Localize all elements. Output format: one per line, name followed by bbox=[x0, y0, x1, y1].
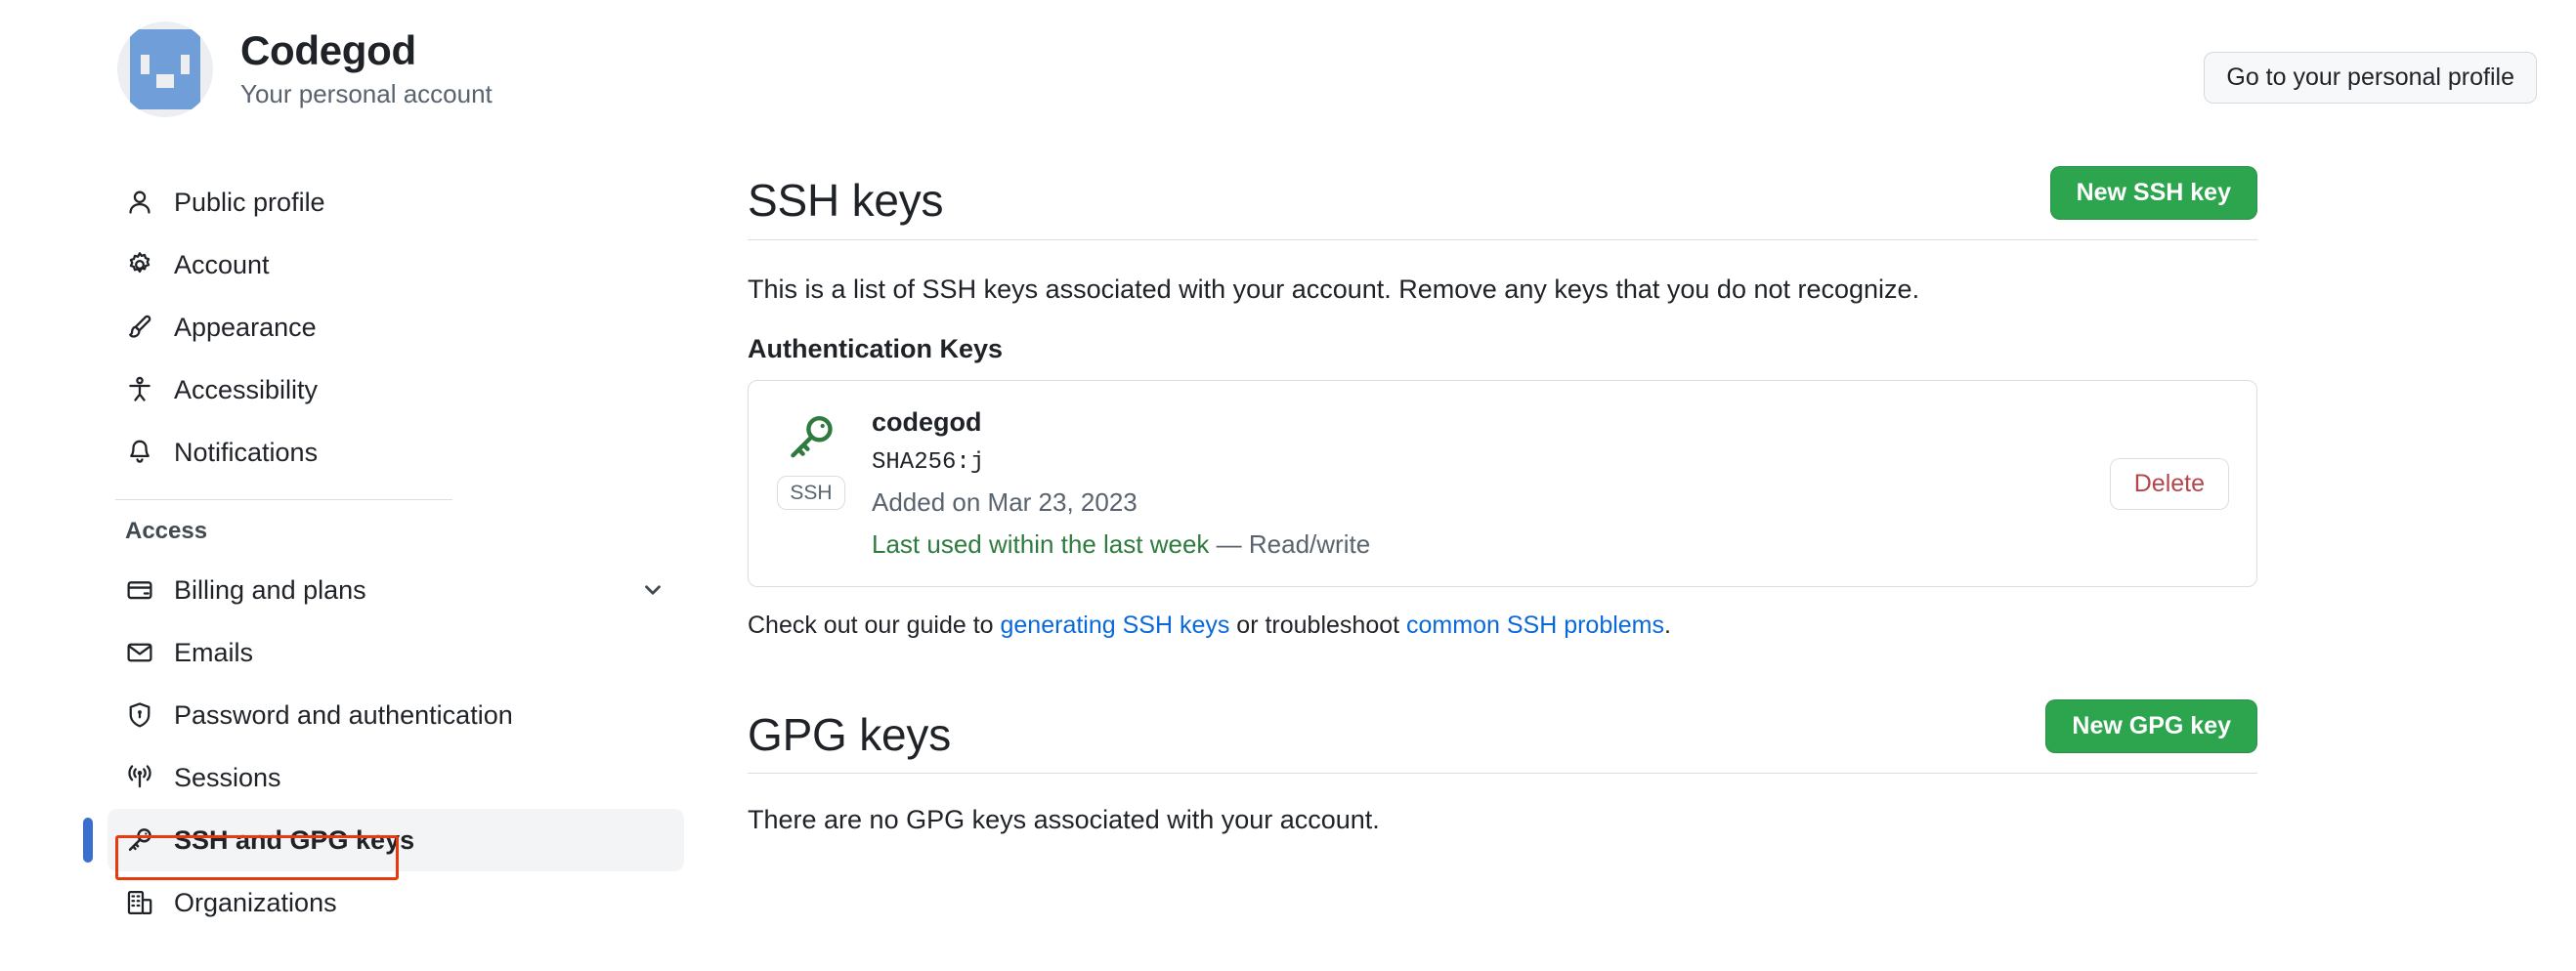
new-ssh-key-button[interactable]: New SSH key bbox=[2049, 166, 2257, 220]
account-identity: Codegod Your personal account bbox=[240, 27, 493, 111]
sidebar-item-emails[interactable]: Emails bbox=[107, 621, 684, 684]
ssh-key-row: SSH codegod SHA256:j Added on Mar 23, 20… bbox=[748, 379, 2257, 588]
paintbrush-icon bbox=[125, 313, 154, 342]
gear-icon bbox=[125, 250, 154, 279]
avatar bbox=[117, 21, 213, 117]
ssh-key-details: codegod SHA256:j Added on Mar 23, 2023 L… bbox=[872, 406, 2084, 562]
account-name: Codegod bbox=[240, 26, 416, 73]
shield-lock-icon bbox=[125, 700, 154, 730]
sidebar-item-organizations[interactable]: Organizations bbox=[107, 871, 684, 934]
new-gpg-key-button[interactable]: New GPG key bbox=[2045, 699, 2257, 754]
broadcast-icon bbox=[125, 763, 154, 792]
ssh-guide-text: Check out our guide to generating SSH ke… bbox=[748, 609, 2257, 643]
ssh-key-permission: — Read/write bbox=[1216, 528, 1371, 559]
sidebar-divider bbox=[115, 499, 452, 500]
authentication-keys-subheading: Authentication Keys bbox=[748, 333, 1004, 363]
sidebar-item-label: Organizations bbox=[174, 887, 337, 917]
guide-suffix: . bbox=[1664, 612, 1671, 640]
page-title: SSH keys bbox=[748, 175, 944, 227]
delete-ssh-key-button[interactable]: Delete bbox=[2109, 457, 2229, 510]
sidebar-item-accessibility[interactable]: Accessibility bbox=[107, 359, 684, 421]
gpg-keys-empty-message: There are no GPG keys associated with yo… bbox=[748, 805, 1380, 835]
ssh-key-name: codegod bbox=[872, 406, 982, 437]
sidebar-item-account[interactable]: Account bbox=[107, 233, 684, 296]
sidebar-item-label: SSH and GPG keys bbox=[174, 824, 415, 855]
sidebar-section-title-access: Access bbox=[125, 518, 208, 544]
key-icon bbox=[786, 412, 837, 468]
settings-page: Codegod Your personal account Go to your… bbox=[0, 0, 2576, 971]
credit-card-icon bbox=[125, 575, 154, 605]
ssh-key-last-used: Last used within the last week — Read/wr… bbox=[872, 528, 2084, 562]
gpg-keys-header: GPG keys New GPG key bbox=[748, 699, 2257, 775]
sidebar-item-label: Billing and plans bbox=[174, 574, 366, 605]
sidebar-item-appearance[interactable]: Appearance bbox=[107, 296, 684, 359]
sidebar-item-label: Public profile bbox=[174, 187, 325, 217]
sidebar-item-label: Password and authentication bbox=[174, 699, 513, 730]
sidebar-item-ssh-and-gpg-keys[interactable]: SSH and GPG keys bbox=[83, 809, 684, 871]
sidebar-item-label: Emails bbox=[174, 637, 254, 667]
settings-sidebar: Public profile Account Appearance Access… bbox=[83, 171, 684, 934]
ssh-keys-description: This is a list of SSH keys associated wi… bbox=[748, 274, 1920, 304]
sidebar-item-label: Appearance bbox=[174, 312, 317, 342]
ssh-keys-header: SSH keys New SSH key bbox=[748, 166, 2257, 240]
sidebar-item-billing-and-plans[interactable]: Billing and plans bbox=[107, 559, 684, 621]
gpg-keys-title: GPG keys bbox=[748, 708, 952, 760]
guide-middle: or troubleshoot bbox=[1229, 612, 1407, 640]
ssh-key-added-date: Added on Mar 23, 2023 bbox=[872, 486, 1138, 517]
go-to-personal-profile-button[interactable]: Go to your personal profile bbox=[2204, 52, 2537, 104]
mail-icon bbox=[125, 638, 154, 667]
account-subtitle: Your personal account bbox=[240, 79, 493, 109]
common-ssh-problems-link[interactable]: common SSH problems bbox=[1406, 612, 1664, 639]
bell-icon bbox=[125, 438, 154, 467]
key-icon bbox=[125, 825, 154, 855]
ssh-key-fingerprint: SHA256:j bbox=[872, 448, 985, 476]
sidebar-item-sessions[interactable]: Sessions bbox=[107, 746, 684, 809]
organization-icon bbox=[125, 888, 154, 917]
ssh-type-badge: SSH bbox=[777, 475, 845, 511]
accessibility-icon bbox=[125, 375, 154, 404]
sidebar-item-label: Notifications bbox=[174, 437, 319, 467]
guide-prefix: Check out our guide to bbox=[748, 612, 1001, 640]
ssh-keys-section: SSH keys New SSH key This is a list of S… bbox=[748, 166, 2257, 643]
ssh-key-icon-group: SSH bbox=[776, 406, 846, 511]
sidebar-item-label: Sessions bbox=[174, 762, 281, 792]
sidebar-item-public-profile[interactable]: Public profile bbox=[107, 171, 684, 233]
gpg-keys-section: GPG keys New GPG key There are no GPG ke… bbox=[748, 699, 2257, 835]
ssh-key-last-used-text: Last used within the last week bbox=[872, 528, 1210, 559]
main-content: SSH keys New SSH key This is a list of S… bbox=[748, 166, 2257, 835]
sidebar-item-label: Account bbox=[174, 249, 270, 279]
person-icon bbox=[125, 188, 154, 217]
account-header: Codegod Your personal account bbox=[117, 21, 493, 117]
sidebar-item-password-and-authentication[interactable]: Password and authentication bbox=[107, 684, 684, 746]
sidebar-item-notifications[interactable]: Notifications bbox=[107, 421, 684, 484]
sidebar-item-label: Accessibility bbox=[174, 374, 319, 404]
chevron-down-icon[interactable] bbox=[639, 576, 666, 604]
generating-ssh-keys-link[interactable]: generating SSH keys bbox=[1001, 612, 1230, 639]
